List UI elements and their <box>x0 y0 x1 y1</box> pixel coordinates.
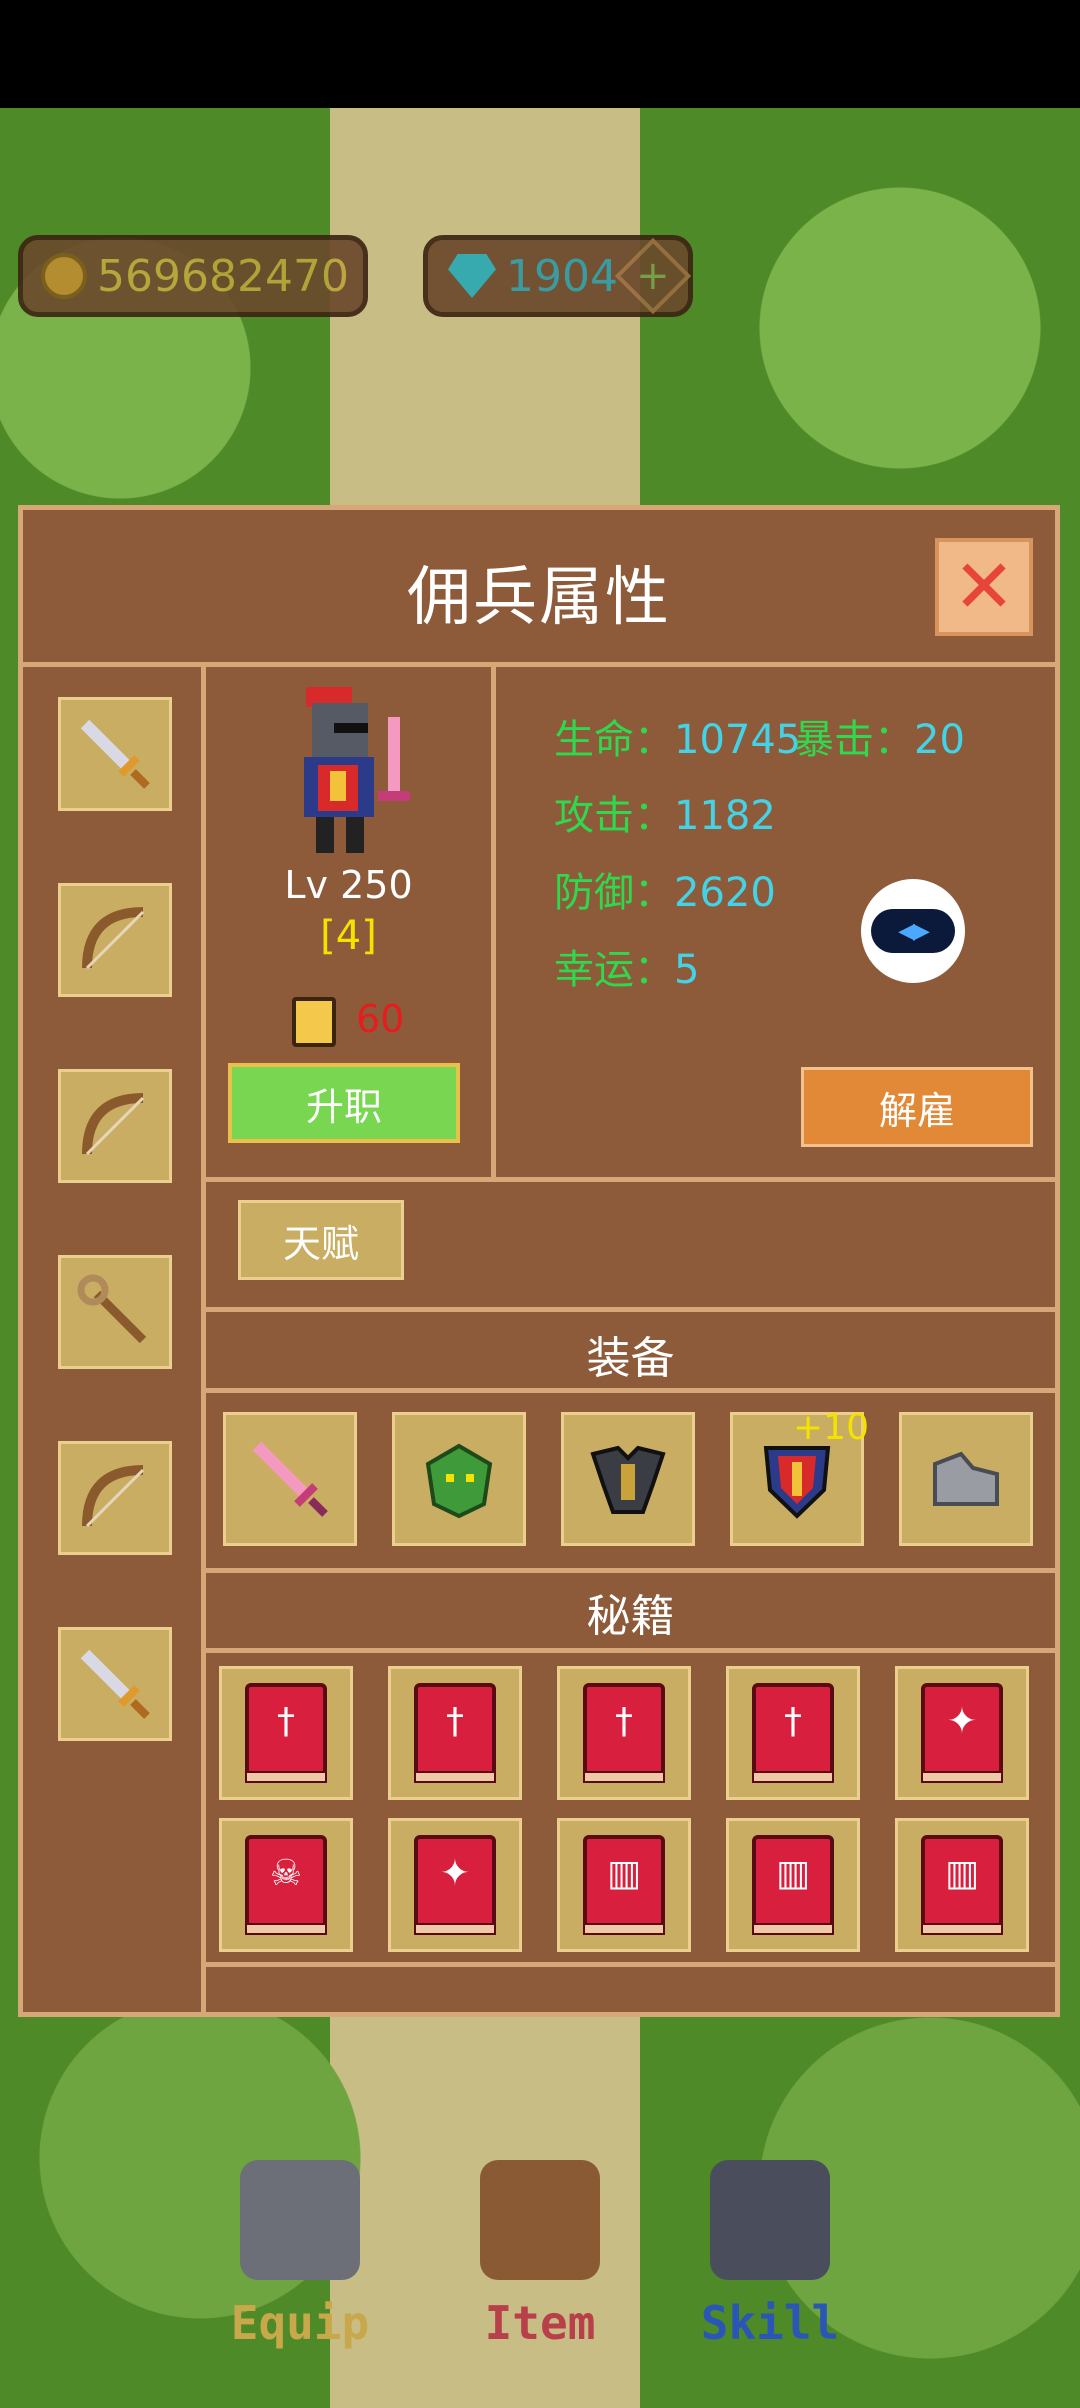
armor-book-icon: ▥ <box>921 1835 1003 1935</box>
promote-cost: 60 <box>356 997 405 1041</box>
skill-book-slot[interactable]: † <box>726 1666 860 1800</box>
gold-value: 569682470 <box>97 250 349 302</box>
stat-luck: 幸运：5 <box>554 947 700 993</box>
weapon-slot-6[interactable] <box>58 1627 172 1741</box>
nav-item-label: Item <box>484 2296 596 2350</box>
skill-book-slot[interactable]: ✦ <box>895 1666 1029 1800</box>
stats-area: 生命：10745 暴击：20 攻击：1182 防御：2620 幸运：5 ◀▶ 解… <box>496 667 1055 1177</box>
talent-button[interactable]: 天赋 <box>238 1200 404 1280</box>
skill-book-slot[interactable]: ▥ <box>726 1818 860 1952</box>
floating-overlay-button[interactable]: ◀▶ <box>861 879 965 983</box>
sword-book-icon: † <box>583 1683 665 1783</box>
stat-attack: 攻击：1182 <box>554 793 776 839</box>
sword-book-icon: † <box>245 1683 327 1783</box>
skill-book-nav-icon <box>710 2160 830 2280</box>
skill-book-slot[interactable]: ☠ <box>219 1818 353 1952</box>
bow-icon <box>82 907 145 970</box>
character-info: Lv 250 [4] 60 升职 <box>206 667 496 1177</box>
gem-value: 1904 <box>506 250 618 302</box>
divider <box>206 1648 1055 1653</box>
skill-book-slot[interactable]: ✦ <box>388 1818 522 1952</box>
weapon-slot-4[interactable] <box>58 1255 172 1369</box>
dark-armor-icon <box>590 1445 666 1514</box>
coin-icon <box>41 253 87 299</box>
scroll-icon <box>292 997 336 1047</box>
pink-sword-icon <box>252 1441 328 1517</box>
skill-book-slot[interactable]: † <box>388 1666 522 1800</box>
skill-book-slot[interactable]: † <box>557 1666 691 1800</box>
star-book-icon: ✦ <box>414 1835 496 1935</box>
stat-defense: 防御：2620 <box>554 870 776 916</box>
nav-skill[interactable]: Skill <box>690 2150 850 2350</box>
nav-equip[interactable]: Equip <box>220 2150 380 2350</box>
equipment-slot-helmet[interactable] <box>392 1412 526 1546</box>
sword-icon <box>80 719 150 789</box>
equipment-slot-boots[interactable] <box>899 1412 1033 1546</box>
skills-title: 秘籍 <box>586 1591 675 1642</box>
dragon-helmet-icon <box>425 1443 493 1519</box>
add-gems-button[interactable]: + <box>614 237 692 315</box>
armor-book-icon: ▥ <box>583 1835 665 1935</box>
weapon-slot-2[interactable] <box>58 883 172 997</box>
nav-item[interactable]: Item <box>460 2150 620 2350</box>
stat-crit: 暴击：20 <box>794 717 965 763</box>
stone-boots-icon <box>933 1451 999 1506</box>
bow-icon <box>82 1465 145 1528</box>
plus-icon: + <box>636 252 670 299</box>
armor-icon <box>240 2160 360 2280</box>
divider <box>206 1962 1055 1967</box>
close-button[interactable]: ✕ <box>935 538 1033 636</box>
bag-icon <box>480 2160 600 2280</box>
level-label: Lv 250 <box>284 863 413 907</box>
mercenary-attributes-panel: 佣兵属性 ✕ Lv 250 [4] 60 升职 生命：10745 暴击：20 攻… <box>18 505 1060 2017</box>
nav-skill-label: Skill <box>700 2296 840 2350</box>
stat-hp: 生命：10745 <box>554 717 802 763</box>
equipment-slot-weapon[interactable] <box>223 1412 357 1546</box>
rank-label: [4] <box>320 913 377 959</box>
equipment-slot-shield[interactable]: +10 <box>730 1407 869 1546</box>
knight-sprite <box>304 687 410 853</box>
bottom-nav: Equip Item Skill <box>0 2150 1080 2380</box>
gold-counter: 569682470 <box>18 235 368 317</box>
weapon-sidebar <box>23 667 206 2012</box>
enhance-level: +10 <box>793 1407 869 1448</box>
weapon-slot-1[interactable] <box>58 697 172 811</box>
star-book-icon: ✦ <box>921 1683 1003 1783</box>
divider <box>206 1307 1055 1312</box>
close-icon: ✕ <box>952 544 1015 630</box>
weapon-slot-3[interactable] <box>58 1069 172 1183</box>
skull-book-icon: ☠ <box>245 1835 327 1935</box>
overlay-icon: ◀▶ <box>871 909 955 953</box>
divider <box>206 1177 1055 1182</box>
weapon-slot-5[interactable] <box>58 1441 172 1555</box>
gem-icon <box>448 254 496 298</box>
gem-counter: 1904 + <box>423 235 693 317</box>
dismiss-button[interactable]: 解雇 <box>801 1067 1033 1147</box>
staff-icon <box>77 1274 147 1344</box>
status-bar <box>0 0 1080 108</box>
equipment-title: 装备 <box>586 1333 675 1384</box>
skill-book-slot[interactable]: † <box>219 1666 353 1800</box>
armor-book-icon: ▥ <box>752 1835 834 1935</box>
sword-book-icon: † <box>414 1683 496 1783</box>
panel-title: 佣兵属性 <box>407 561 671 635</box>
skill-book-slot[interactable]: ▥ <box>895 1818 1029 1952</box>
sword-icon <box>80 1649 150 1719</box>
divider <box>206 1568 1055 1573</box>
nav-equip-label: Equip <box>230 2296 370 2350</box>
divider <box>206 1388 1055 1393</box>
equipment-slot-armor[interactable] <box>561 1412 695 1546</box>
bow-icon <box>82 1093 145 1156</box>
promote-button[interactable]: 升职 <box>228 1063 460 1143</box>
sword-book-icon: † <box>752 1683 834 1783</box>
skill-book-slot[interactable]: ▥ <box>557 1818 691 1952</box>
